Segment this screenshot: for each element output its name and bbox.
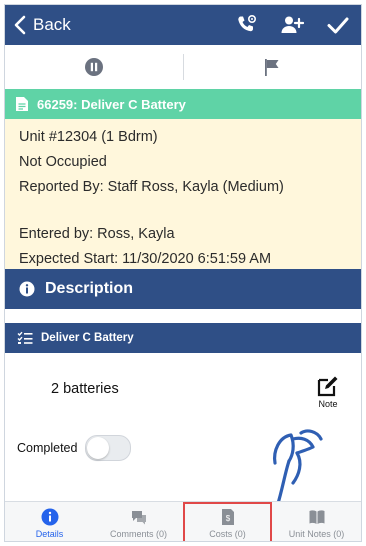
task-header: Deliver C Battery — [5, 323, 361, 353]
tab-details[interactable]: Details — [5, 502, 94, 541]
flag-icon — [265, 59, 279, 76]
tab-comments-label: Comments (0) — [109, 528, 167, 539]
top-navbar: Back — [5, 5, 361, 45]
book-icon — [309, 509, 324, 524]
checklist-icon — [17, 331, 33, 344]
pause-icon — [84, 58, 103, 76]
edit-note-icon — [317, 376, 338, 397]
task-description: 2 batteries — [51, 381, 119, 397]
comments-icon — [131, 510, 146, 524]
description-title: Description — [45, 280, 134, 297]
svg-text:$: $ — [225, 514, 230, 523]
description-header: Description — [5, 269, 361, 309]
entered-by-line: Entered by: Ross, Kayla — [19, 226, 175, 242]
action-toolbar — [5, 45, 361, 90]
checkmark-icon[interactable] — [325, 12, 351, 38]
back-label: Back — [33, 15, 71, 34]
back-button[interactable]: Back — [5, 15, 71, 35]
bottom-tab-bar: Details Comments (0) $ Costs (0) Unit No… — [5, 501, 361, 541]
app-frame: Back 66259: Deliver C Battery Unit #1230… — [4, 4, 362, 542]
work-order-info: Unit #12304 (1 Bdrm) Not Occupied Report… — [5, 119, 361, 269]
work-order-title: 66259: Deliver C Battery — [37, 96, 186, 112]
pause-button[interactable] — [5, 45, 183, 89]
completed-label: Completed — [17, 441, 78, 455]
tab-unit-notes[interactable]: Unit Notes (0) — [272, 502, 361, 541]
costs-icon: $ — [221, 508, 234, 525]
tab-costs-label: Costs (0) — [209, 528, 246, 539]
work-order-banner: 66259: Deliver C Battery — [5, 89, 361, 119]
document-icon — [16, 97, 28, 111]
tab-comments[interactable]: Comments (0) — [94, 502, 183, 541]
completed-row: Completed — [17, 435, 132, 461]
pointing-hand-annotation — [273, 429, 323, 509]
toggle-knob — [87, 437, 110, 459]
info-circle-icon — [19, 281, 35, 297]
task-title: Deliver C Battery — [41, 332, 134, 344]
tab-details-label: Details — [35, 528, 64, 539]
unit-line: Unit #12304 (1 Bdrm) — [19, 129, 158, 145]
add-user-icon[interactable] — [279, 12, 305, 38]
chevron-left-icon — [14, 15, 26, 35]
reported-by-line: Reported By: Staff Ross, Kayla (Medium) — [19, 179, 284, 195]
note-label: Note — [318, 399, 338, 409]
note-button[interactable]: Note — [313, 375, 343, 409]
phone-settings-icon[interactable] — [233, 12, 259, 38]
occupancy-line: Not Occupied — [19, 154, 107, 170]
nav-actions — [233, 12, 361, 38]
tab-unit-notes-label: Unit Notes (0) — [288, 528, 345, 539]
completed-toggle[interactable] — [85, 435, 132, 461]
flag-button[interactable] — [184, 45, 362, 89]
info-icon — [41, 508, 58, 525]
tab-costs[interactable]: $ Costs (0) — [183, 502, 272, 541]
